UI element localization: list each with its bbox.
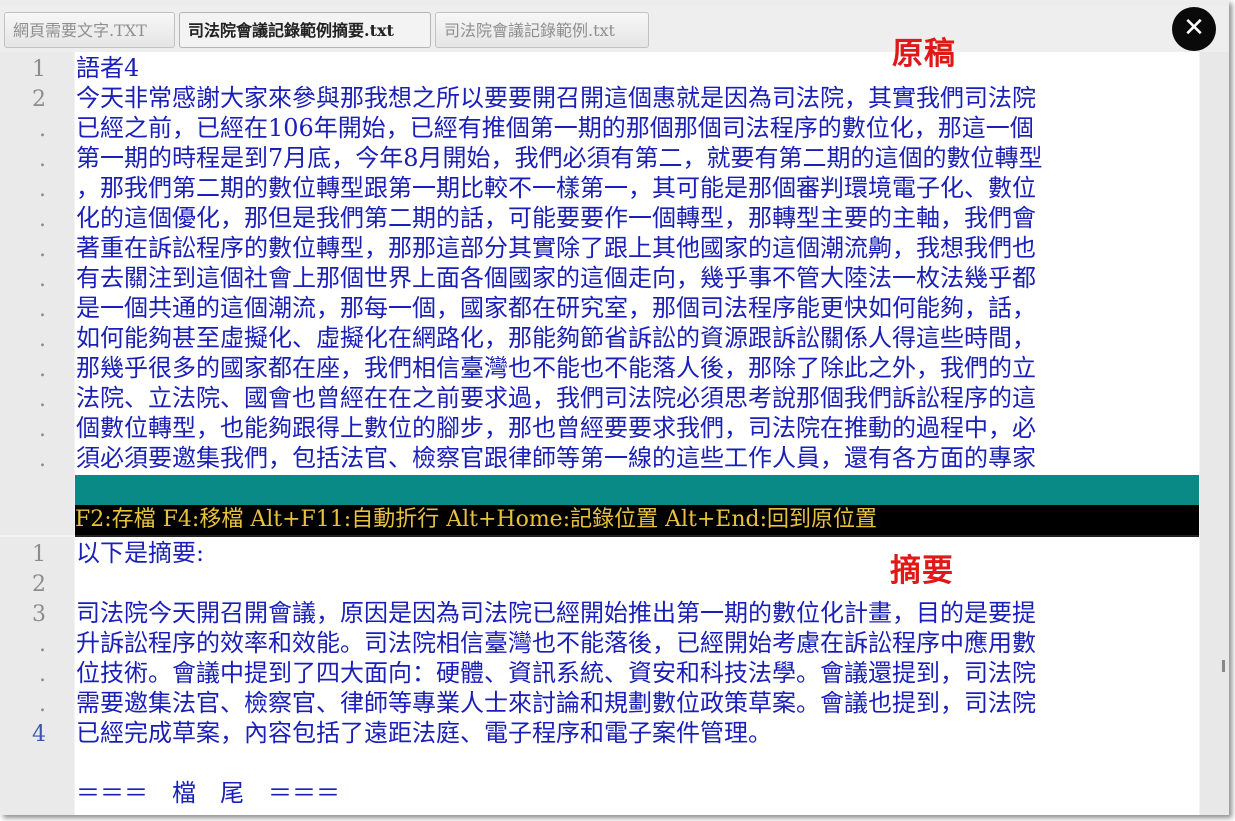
original-text-line: 已經之前，已經在106年開始，已經有推個第一期的那個那個司法程序的數位化，那這一… [76, 114, 1034, 142]
summary-line-number: . [39, 632, 46, 657]
original-line-number: 1 [32, 57, 46, 82]
original-text-line: 個數位轉型，也能夠跟得上數位的腳步，那也曾經要要求我們，司法院在推動的過程中，必 [76, 414, 1036, 442]
original-line-number: . [39, 447, 46, 472]
summary-heading: 摘要 [890, 553, 954, 589]
original-line-number: . [39, 117, 46, 142]
original-line-number: . [39, 417, 46, 442]
original-text-line: 語者4 [76, 54, 140, 82]
summary-text-line: 位技術。會議中提到了四大面向：硬體、資訊系統、資安和科技法學。會議還提到，司法院 [76, 659, 1036, 687]
editor-window: 網頁需要文字.TXT 司法院會議記錄範例摘要.txt 司法院會議記錄範例.txt… [0, 0, 1229, 815]
original-line-number: . [39, 357, 46, 382]
original-text-line: 第一期的時程是到7月底，今年8月開始，我們必須有第二，就要有第二期的這個的數位轉… [76, 144, 1043, 172]
original-text-line: 那幾乎很多的國家都在座，我們相信臺灣也不能也不能落人後，那除了除此之外，我們的立 [76, 354, 1036, 382]
status-bar: F2:存檔 F4:移檔 Alt+F11:自動折行 Alt+Home:記錄位置 A… [75, 505, 1199, 535]
summary-text-line: ＝＝＝ 檔 尾 ＝＝＝ [76, 779, 340, 807]
tab-web-text[interactable]: 網頁需要文字.TXT [4, 12, 175, 48]
original-line-number: 2 [32, 87, 46, 112]
summary-line-number: 3 [32, 602, 46, 627]
summary-text-line: 已經完成草案，內容包括了遠距法庭、電子程序和電子案件管理。 [76, 719, 772, 747]
summary-line-number: 4 [32, 722, 46, 747]
original-text-line: 今天非常感謝大家來參與那我想之所以要要開召開這個惠就是因為司法院，其實我們司法院 [76, 84, 1036, 112]
vertical-scrollbar[interactable] [1200, 52, 1229, 815]
summary-text-line: 升訴訟程序的效率和效能。司法院相信臺灣也不能落後，已經開始考慮在訴訟程序中應用數 [76, 629, 1036, 657]
summary-line-number: 2 [32, 572, 46, 597]
tab-original-file[interactable]: 司法院會議記錄範例.txt [435, 12, 649, 48]
original-text-line: 著重在訴訟程序的數位轉型，那那這部分其實除了跟上其他國家的這個潮流齁，我想我們也 [76, 234, 1036, 262]
summary-line-number: 1 [32, 542, 46, 567]
tab-bar: 網頁需要文字.TXT 司法院會議記錄範例摘要.txt 司法院會議記錄範例.txt [0, 6, 1229, 52]
original-line-number: . [39, 177, 46, 202]
summary-text-line: 司法院今天開召開會議，原因是因為司法院已經開始推出第一期的數位化計畫，目的是要提 [76, 599, 1036, 627]
status-gutter [0, 475, 74, 535]
summary-text-line: 以下是摘要: [76, 539, 205, 567]
original-text-line: 須必須要邀集我們，包括法官、檢察官跟律師等第一線的這些工作人員，還有各方面的專家 [76, 444, 1036, 472]
original-line-number: . [39, 267, 46, 292]
summary-line-number: . [39, 662, 46, 687]
original-line-number: . [39, 327, 46, 352]
close-icon: ✕ [1183, 13, 1205, 43]
original-text-line: 化的這個優化，那但是我們第二期的話，可能要要作一個轉型，那轉型主要的主軸，我們會 [76, 204, 1036, 232]
summary-line-number: . [39, 692, 46, 717]
tab-summary-file[interactable]: 司法院會議記錄範例摘要.txt [179, 12, 431, 48]
original-heading: 原稿 [892, 36, 956, 72]
original-line-number: . [39, 147, 46, 172]
original-text-line: ，那我們第二期的數位轉型跟第一期比較不一樣第一，其可能是那個審判環境電子化、數位 [76, 174, 1036, 202]
original-text-line: 如何能夠甚至虛擬化、虛擬化在網路化，那能夠節省訴訟的資源跟訴訟關係人得這些時間， [76, 324, 1036, 352]
original-line-number: . [39, 237, 46, 262]
original-line-number: . [39, 387, 46, 412]
summary-gutter: 1 2 3... 4 [0, 537, 74, 815]
original-text-line: 法院、立法院、國會也曾經在在之前要求過，我們司法院必須思考說那個我們訴訟程序的這 [76, 384, 1036, 412]
scrollbar-thumb[interactable] [1222, 660, 1225, 672]
summary-text-line: 需要邀集法官、檢察官、律師等專業人士來討論和規劃數位政策草案。會議也提到，司法院 [76, 689, 1036, 717]
original-text-line: 有去關注到這個社會上那個世界上面各個國家的這個走向，幾乎事不管大陸法一枚法幾乎都 [76, 264, 1036, 292]
original-line-number: . [39, 297, 46, 322]
original-text-line: 是一個共通的這個潮流，那每一個，國家都在研究室，那個司法程序能更快如何能夠，話， [76, 294, 1036, 322]
original-gutter: 12............. [0, 52, 74, 502]
original-text-area[interactable]: 語者4 今天非常感謝大家來參與那我想之所以要要開召開這個惠就是因為司法院，其實我們… [75, 52, 1199, 475]
original-line-number: . [39, 207, 46, 232]
close-button[interactable]: ✕ [1172, 7, 1216, 51]
summary-text-area[interactable]: 以下是摘要: 司法院今天開召開會議，原因是因為司法院已經開始推出第一期的數位化計畫… [75, 537, 1199, 815]
separator-bar [75, 475, 1199, 505]
